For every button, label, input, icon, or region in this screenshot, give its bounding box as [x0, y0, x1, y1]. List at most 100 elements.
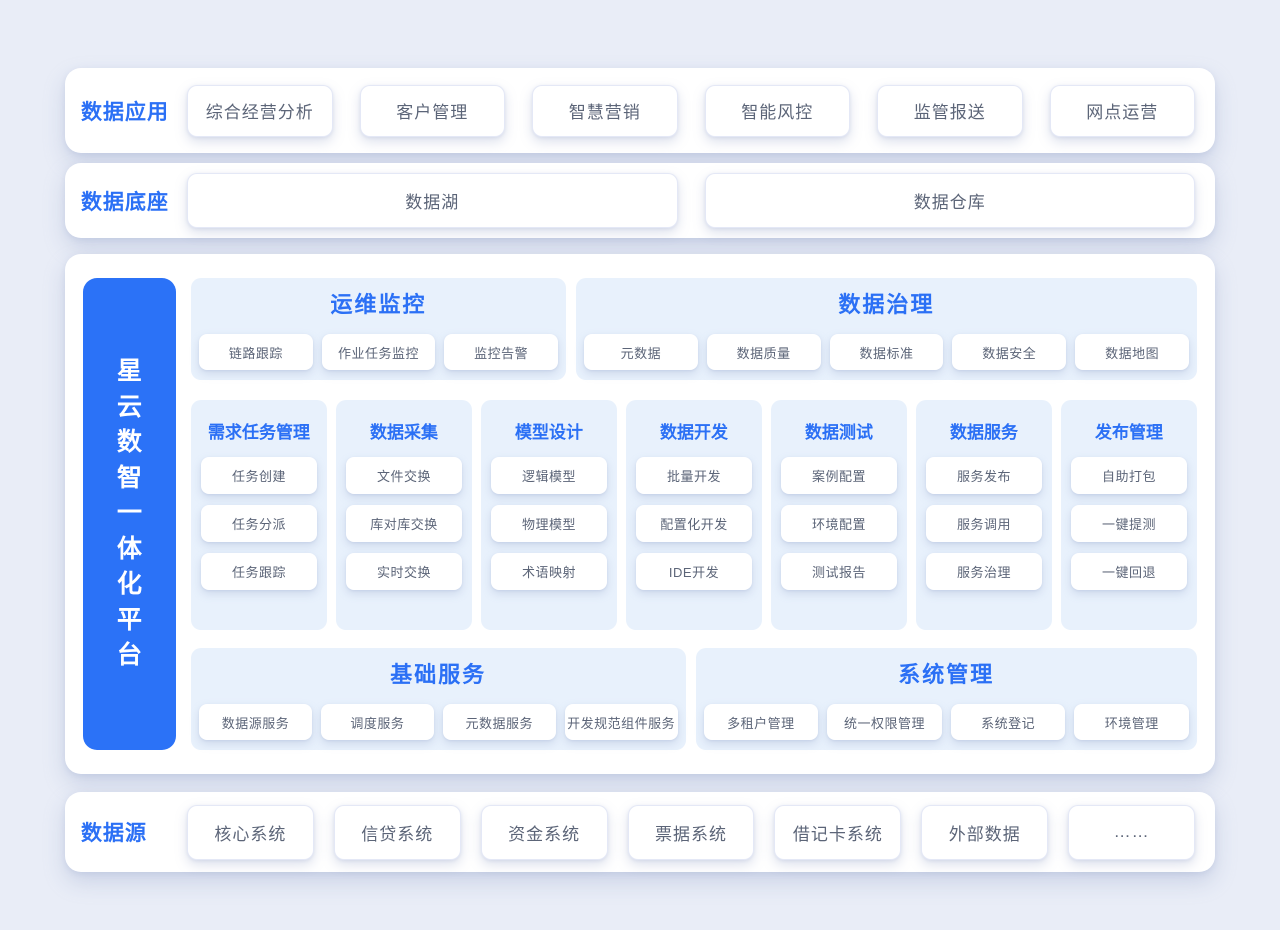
data-base-items: 数据湖数据仓库 — [187, 173, 1195, 228]
feature-chip: 系统登记 — [951, 704, 1066, 740]
data-app-box: 客户管理 — [360, 85, 506, 137]
platform-columns: 需求任务管理任务创建任务分派任务跟踪数据采集文件交换库对库交换实时交换模型设计逻… — [191, 400, 1197, 630]
feature-chip: 案例配置 — [781, 457, 897, 494]
platform-title-char: 一 — [117, 500, 142, 528]
section-title: 系统管理 — [704, 657, 1189, 689]
section-items: 任务创建任务分派任务跟踪 — [201, 457, 317, 590]
data-base-box: 数据仓库 — [705, 173, 1196, 228]
platform-title-char: 云 — [117, 394, 142, 422]
section-panel: 数据治理元数据数据质量数据标准数据安全数据地图 — [576, 278, 1197, 380]
data-apps-items: 综合经营分析客户管理智慧营销智能风控监管报送网点运营 — [187, 85, 1195, 137]
data-source-box: 资金系统 — [481, 805, 608, 860]
feature-chip: 链路跟踪 — [199, 334, 313, 370]
feature-chip: 文件交换 — [346, 457, 462, 494]
feature-chip: 环境管理 — [1074, 704, 1189, 740]
section-items: 案例配置环境配置测试报告 — [781, 457, 897, 590]
data-source-box: 票据系统 — [628, 805, 755, 860]
platform-card: 星云数智一体化平台 运维监控链路跟踪作业任务监控监控告警数据治理元数据数据质量数… — [65, 254, 1215, 774]
feature-chip: 环境配置 — [781, 505, 897, 542]
feature-chip: 任务跟踪 — [201, 553, 317, 590]
feature-chip: IDE开发 — [636, 553, 752, 590]
section-panel: 基础服务数据源服务调度服务元数据服务开发规范组件服务 — [191, 648, 686, 750]
platform-title-char: 平 — [117, 607, 142, 635]
section-title: 数据采集 — [346, 418, 462, 443]
feature-chip: 开发规范组件服务 — [565, 704, 678, 740]
data-app-box: 智慧营销 — [532, 85, 678, 137]
feature-chip: 数据地图 — [1075, 334, 1189, 370]
feature-chip: 数据标准 — [830, 334, 944, 370]
feature-chip: 配置化开发 — [636, 505, 752, 542]
feature-chip: 服务调用 — [926, 505, 1042, 542]
section-items: 链路跟踪作业任务监控监控告警 — [199, 334, 558, 370]
data-app-box: 网点运营 — [1050, 85, 1196, 137]
section-title: 发布管理 — [1071, 418, 1187, 443]
platform-top-sections: 运维监控链路跟踪作业任务监控监控告警数据治理元数据数据质量数据标准数据安全数据地… — [191, 278, 1197, 380]
section-panel: 数据采集文件交换库对库交换实时交换 — [336, 400, 472, 630]
section-title: 模型设计 — [491, 418, 607, 443]
feature-chip: 术语映射 — [491, 553, 607, 590]
section-panel: 数据服务服务发布服务调用服务治理 — [916, 400, 1052, 630]
data-sources-items: 核心系统信贷系统资金系统票据系统借记卡系统外部数据 …… — [187, 805, 1195, 860]
section-items: 数据源服务调度服务元数据服务开发规范组件服务 — [199, 704, 678, 740]
feature-chip: 数据安全 — [952, 334, 1066, 370]
feature-chip: 监控告警 — [444, 334, 558, 370]
feature-chip: 数据质量 — [707, 334, 821, 370]
data-source-box: 借记卡系统 — [774, 805, 901, 860]
section-title: 运维监控 — [199, 287, 558, 319]
section-items: 逻辑模型物理模型术语映射 — [491, 457, 607, 590]
feature-chip: 调度服务 — [321, 704, 434, 740]
platform-title-char: 台 — [117, 642, 142, 670]
section-title: 数据开发 — [636, 418, 752, 443]
data-sources-label: 数据源 — [81, 817, 187, 847]
feature-chip: 服务发布 — [926, 457, 1042, 494]
data-app-box: 综合经营分析 — [187, 85, 333, 137]
section-panel: 系统管理多租户管理统一权限管理系统登记环境管理 — [696, 648, 1197, 750]
feature-chip: 逻辑模型 — [491, 457, 607, 494]
platform-title-bar: 星云数智一体化平台 — [83, 278, 176, 750]
data-base-box: 数据湖 — [187, 173, 678, 228]
data-apps-label: 数据应用 — [81, 96, 187, 126]
section-panel: 运维监控链路跟踪作业任务监控监控告警 — [191, 278, 566, 380]
platform-bottom-sections: 基础服务数据源服务调度服务元数据服务开发规范组件服务系统管理多租户管理统一权限管… — [191, 648, 1197, 750]
feature-chip: 一键提测 — [1071, 505, 1187, 542]
section-title: 数据治理 — [584, 287, 1189, 319]
section-items: 服务发布服务调用服务治理 — [926, 457, 1042, 590]
data-apps-row: 数据应用 综合经营分析客户管理智慧营销智能风控监管报送网点运营 — [65, 68, 1215, 153]
feature-chip: 元数据 — [584, 334, 698, 370]
feature-chip: 元数据服务 — [443, 704, 556, 740]
data-source-box: 信贷系统 — [334, 805, 461, 860]
platform-title-char: 数 — [117, 429, 142, 457]
feature-chip: 批量开发 — [636, 457, 752, 494]
feature-chip: 物理模型 — [491, 505, 607, 542]
platform-title-char: 体 — [117, 536, 142, 564]
feature-chip: 库对库交换 — [346, 505, 462, 542]
platform-content: 运维监控链路跟踪作业任务监控监控告警数据治理元数据数据质量数据标准数据安全数据地… — [191, 278, 1197, 750]
feature-chip: 任务分派 — [201, 505, 317, 542]
feature-chip: 作业任务监控 — [322, 334, 436, 370]
section-items: 元数据数据质量数据标准数据安全数据地图 — [584, 334, 1189, 370]
data-source-box: 核心系统 — [187, 805, 314, 860]
feature-chip: 测试报告 — [781, 553, 897, 590]
section-panel: 需求任务管理任务创建任务分派任务跟踪 — [191, 400, 327, 630]
data-base-row: 数据底座 数据湖数据仓库 — [65, 163, 1215, 238]
section-panel: 数据开发批量开发配置化开发 IDE开发 — [626, 400, 762, 630]
section-items: 批量开发配置化开发 IDE开发 — [636, 457, 752, 590]
platform-title-char: 星 — [117, 358, 142, 386]
architecture-diagram: 数据应用 综合经营分析客户管理智慧营销智能风控监管报送网点运营 数据底座 数据湖… — [0, 0, 1280, 930]
feature-chip: 一键回退 — [1071, 553, 1187, 590]
feature-chip: 任务创建 — [201, 457, 317, 494]
feature-chip: 自助打包 — [1071, 457, 1187, 494]
section-panel: 发布管理自助打包一键提测一键回退 — [1061, 400, 1197, 630]
section-title: 需求任务管理 — [201, 418, 317, 443]
data-app-box: 监管报送 — [877, 85, 1023, 137]
feature-chip: 统一权限管理 — [827, 704, 942, 740]
section-panel: 模型设计逻辑模型物理模型术语映射 — [481, 400, 617, 630]
platform-title-char: 智 — [117, 465, 142, 493]
section-panel: 数据测试案例配置环境配置测试报告 — [771, 400, 907, 630]
section-title: 基础服务 — [199, 657, 678, 689]
data-source-box: 外部数据 — [921, 805, 1048, 860]
data-app-box: 智能风控 — [705, 85, 851, 137]
feature-chip: 多租户管理 — [704, 704, 819, 740]
data-source-box: …… — [1068, 805, 1195, 860]
data-sources-row: 数据源 核心系统信贷系统资金系统票据系统借记卡系统外部数据 …… — [65, 792, 1215, 872]
